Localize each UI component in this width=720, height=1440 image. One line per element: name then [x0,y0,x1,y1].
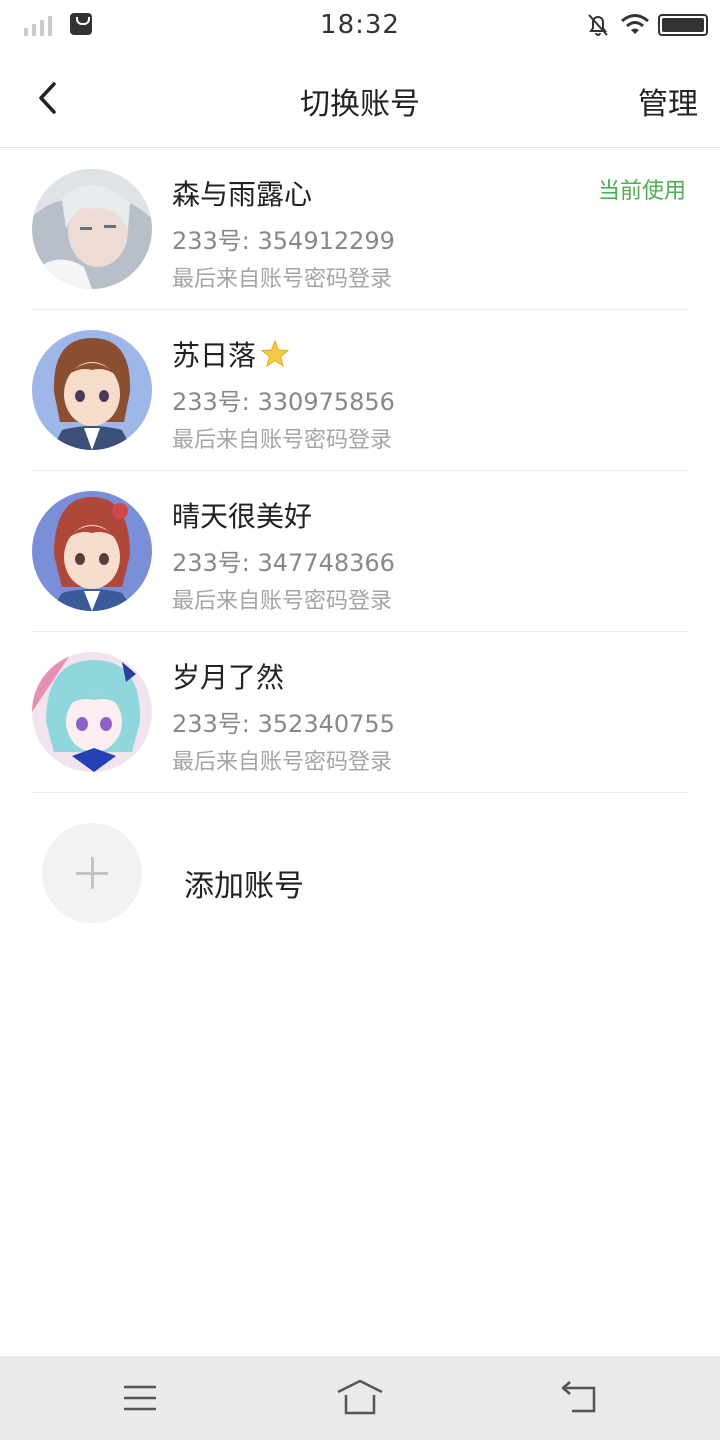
add-account-label: 添加账号 [184,869,304,904]
account-switch-screen: 18:32 切换账号 管理 森与雨露心 233号: 354912299 最后来自… [0,0,720,1440]
account-name: 岁月了然 [172,661,285,694]
status-bar: 18:32 [0,0,720,52]
star-icon [260,339,290,368]
add-account-button[interactable]: 添加账号 [0,793,720,953]
account-id: 233号: 330975856 [172,388,395,416]
current-account-badge: 当前使用 [597,179,686,204]
header-bar: 切换账号 管理 [0,52,720,148]
account-name-wrap: 苏日落 [172,334,290,374]
avatar [32,491,152,611]
avatar-silver-hair [32,169,152,289]
account-name: 森与雨露心 [172,178,313,211]
account-login-source: 最后来自账号密码登录 [172,428,393,453]
account-row[interactable]: 岁月了然 233号: 352340755 最后来自账号密码登录 [0,632,720,793]
plus-icon [42,823,142,923]
back-icon[interactable] [556,1378,604,1418]
avatar [32,652,152,772]
avatar [32,330,152,450]
system-nav-bar [0,1356,720,1440]
avatar-brown-hair [32,330,152,450]
wifi-icon [621,14,649,34]
menu-icon[interactable] [116,1378,164,1418]
avatar-teal-hair [32,652,152,772]
manage-button[interactable]: 管理 [638,79,698,123]
account-row[interactable]: 苏日落 233号: 330975856 最后来自账号密码登录 [0,310,720,471]
bell-muted-icon [588,14,608,36]
account-login-source: 最后来自账号密码登录 [172,750,393,775]
home-icon[interactable] [336,1378,384,1418]
account-login-source: 最后来自账号密码登录 [172,589,393,614]
account-name: 苏日落 [172,339,257,372]
account-row[interactable]: 晴天很美好 233号: 347748366 最后来自账号密码登录 [0,471,720,632]
account-login-source: 最后来自账号密码登录 [172,267,393,292]
battery-icon [658,14,708,36]
account-id: 233号: 352340755 [172,710,395,738]
chevron-left-icon[interactable] [30,76,70,120]
status-time: 18:32 [320,10,400,40]
account-row[interactable]: 森与雨露心 233号: 354912299 最后来自账号密码登录 当前使用 [0,149,720,310]
account-id: 233号: 347748366 [172,549,395,577]
account-list: 森与雨露心 233号: 354912299 最后来自账号密码登录 当前使用 苏日… [0,149,720,793]
avatar [32,169,152,289]
page-title: 切换账号 [300,87,420,122]
avatar-red-hair [32,491,152,611]
account-id: 233号: 354912299 [172,227,395,255]
account-name: 晴天很美好 [172,500,313,533]
